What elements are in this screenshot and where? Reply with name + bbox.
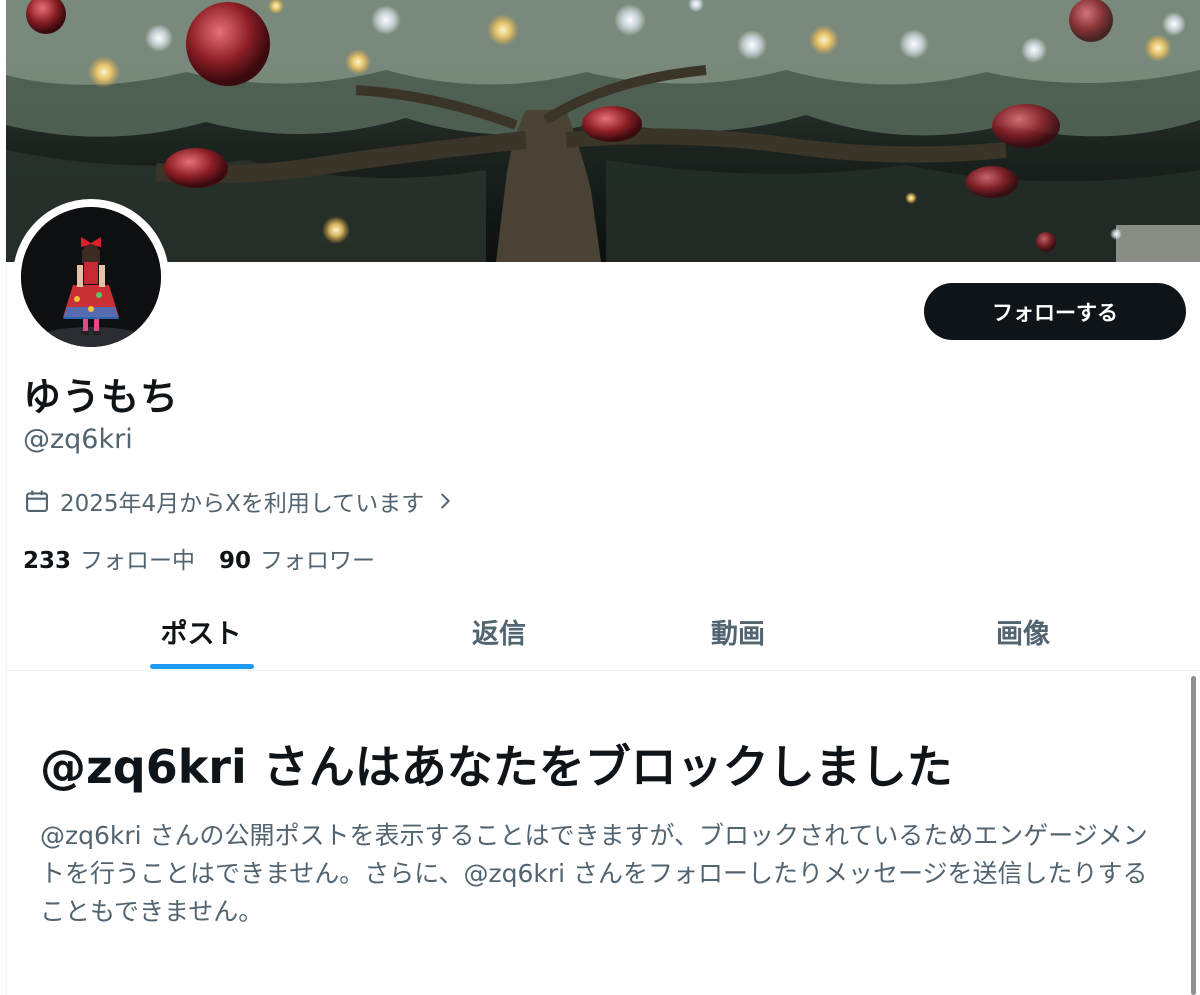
tab-posts[interactable]: ポスト bbox=[116, 592, 286, 670]
joined-date-text: 2025年4月からXを利用しています bbox=[60, 491, 425, 517]
chevron-right-icon bbox=[441, 493, 450, 509]
following-label: フォロー中 bbox=[80, 548, 196, 574]
tab-replies[interactable]: 返信 bbox=[414, 592, 584, 670]
following-count: 233 bbox=[23, 548, 72, 574]
profile-handle: @zq6kri bbox=[23, 424, 133, 455]
followers-label: フォロワー bbox=[260, 548, 376, 574]
scrollbar[interactable] bbox=[1191, 676, 1196, 995]
blocked-notice-description: @zq6kri さんの公開ポストを表示することはできますが、ブロックされているた… bbox=[40, 821, 1148, 926]
active-tab-indicator bbox=[150, 664, 254, 669]
profile-tabs: ポスト 返信 動画 画像 bbox=[6, 592, 1200, 671]
following-link[interactable]: 233 フォロー中 bbox=[23, 541, 195, 575]
profile-banner[interactable] bbox=[6, 0, 1200, 262]
follow-stats: 233 フォロー中 90 フォロワー bbox=[23, 541, 399, 575]
followers-link[interactable]: 90 フォロワー bbox=[219, 541, 375, 575]
followers-count: 90 bbox=[219, 548, 252, 574]
follow-button[interactable]: フォローする bbox=[924, 283, 1186, 340]
joined-date-row[interactable]: 2025年4月からXを利用しています bbox=[23, 484, 456, 518]
calendar-icon bbox=[26, 490, 48, 512]
profile-display-name: ゆうもち bbox=[23, 375, 180, 419]
avatar[interactable] bbox=[21, 207, 161, 347]
blocked-notice-title: @zq6kri さんはあなたをブロックしました bbox=[40, 740, 953, 794]
tab-videos[interactable]: 動画 bbox=[653, 592, 823, 670]
tab-images[interactable]: 画像 bbox=[938, 592, 1108, 670]
